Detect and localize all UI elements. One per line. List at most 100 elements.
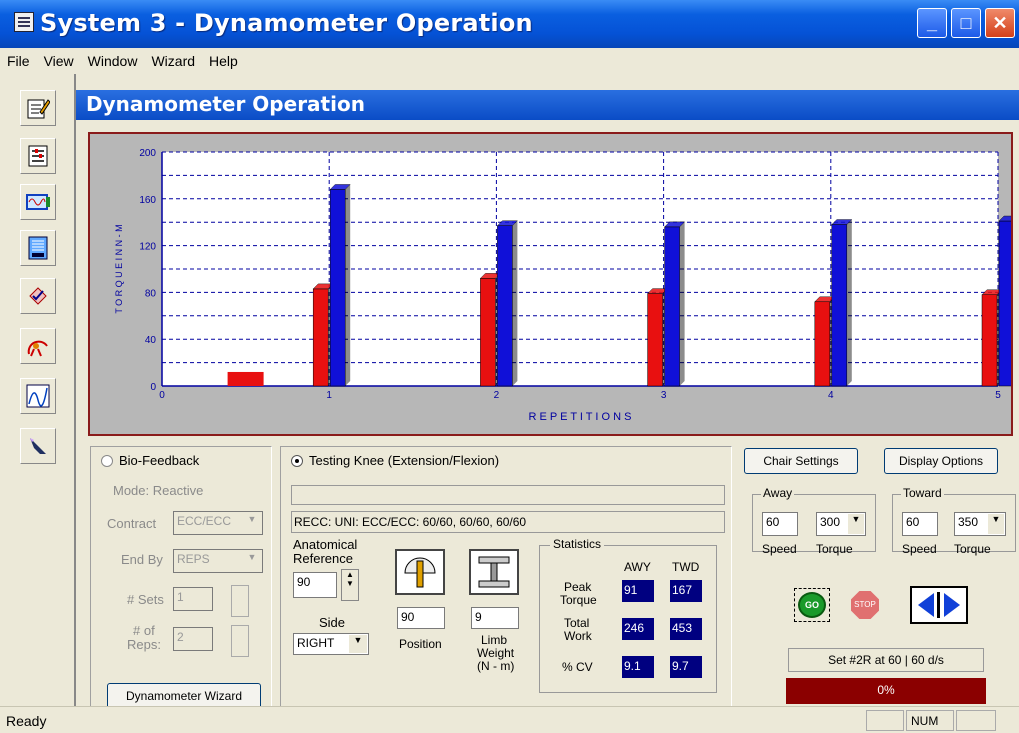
window-title: System 3 - Dynamometer Operation [40, 9, 533, 37]
warmup-bar [227, 371, 264, 386]
settings-list-button[interactable] [20, 138, 56, 174]
report-button[interactable] [20, 230, 56, 266]
go-icon: GO [798, 592, 826, 618]
contract-label: Contract [107, 516, 157, 531]
patient-check-button[interactable] [20, 278, 56, 314]
nav-arrows-button[interactable] [910, 586, 968, 624]
bar-top [998, 215, 1019, 222]
away-torque-select[interactable]: 300 ▼ [816, 512, 866, 536]
awy-header: AWY [624, 560, 651, 574]
testing-radio[interactable] [291, 455, 303, 467]
bar-side [846, 219, 852, 386]
contract-value: ECC/ECC [177, 514, 232, 528]
limb-label-line2: Weight [477, 646, 515, 660]
contract-select[interactable]: ECC/ECC ▼ [173, 511, 263, 535]
menu-help[interactable]: Help [202, 48, 245, 69]
left-toolbar [0, 74, 73, 706]
y-axis-label: T O R Q U E I N N - M [114, 224, 124, 313]
clipboard-check-icon [29, 287, 47, 305]
y-tick-label: 120 [139, 242, 156, 253]
set-status: Set #2R at 60 | 60 d/s [788, 648, 984, 672]
go-button[interactable]: GO [794, 588, 830, 622]
testing-label: Testing Knee (Extension/Flexion) [309, 453, 500, 468]
sets-spinner[interactable] [231, 585, 249, 617]
app-icon[interactable] [14, 12, 34, 32]
toward-speed-field[interactable]: 60 [902, 512, 938, 536]
limb-weight-field[interactable]: 9 [471, 607, 519, 629]
biofeedback-radio[interactable] [101, 455, 113, 467]
position-button[interactable] [395, 549, 445, 595]
limb-label-line1: Limb [481, 633, 508, 647]
reps-label-line2: Reps: [127, 637, 161, 652]
menu-window[interactable]: Window [81, 48, 145, 69]
toward-torque-label: Torque [954, 542, 991, 556]
minimize-button[interactable]: _ [917, 8, 947, 38]
menu-bar: File View Window Wizard Help [0, 48, 1019, 74]
bar-toward [497, 225, 513, 387]
x-axis-label: R E P E T I T I O N S [529, 411, 632, 423]
toward-torque-value: 350 [958, 515, 979, 529]
cv-label: % CV [562, 660, 593, 674]
chevron-down-icon: ▼ [244, 552, 260, 570]
left-right-arrows-icon [918, 592, 960, 618]
status-bar: Ready NUM [0, 706, 1019, 733]
bar-toward [329, 189, 346, 387]
maximize-button[interactable]: □ [951, 8, 981, 38]
peak-twd-value: 167 [670, 580, 702, 602]
anat-ref-field[interactable]: 90 [293, 572, 337, 598]
anat-ref-label-line1: Anatomical [293, 537, 358, 552]
menu-file[interactable]: File [0, 48, 37, 69]
x-tick-label: 4 [828, 390, 834, 401]
y-tick-label: 0 [150, 382, 156, 393]
curve-button[interactable] [20, 378, 56, 414]
menu-view[interactable]: View [37, 48, 81, 69]
endby-select[interactable]: REPS ▼ [173, 549, 263, 573]
stop-icon: STOP [851, 591, 879, 619]
toward-speed-label: Speed [902, 542, 937, 556]
limb-label-line3: (N - m) [477, 659, 515, 673]
bar-away [981, 294, 998, 387]
sets-label: # Sets [127, 592, 164, 607]
testing-info-bar [291, 485, 725, 505]
menu-wizard[interactable]: Wizard [144, 48, 202, 69]
twd-header: TWD [672, 560, 700, 574]
stop-button[interactable]: STOP [848, 588, 884, 622]
limb-weight-button[interactable] [469, 549, 519, 595]
work-label-line2: Work [564, 629, 592, 643]
side-select[interactable]: RIGHT ▼ [293, 633, 369, 655]
progress-text: 0% [877, 683, 895, 697]
reps-spinner[interactable] [231, 625, 249, 657]
help-pointer-button[interactable] [20, 428, 56, 464]
status-cell [866, 710, 904, 731]
reps-label-line1: # of [133, 623, 155, 638]
y-tick-label: 160 [139, 195, 156, 206]
away-label: Away [761, 486, 795, 500]
edit-notes-button[interactable] [20, 90, 56, 126]
peak-awy-value: 91 [622, 580, 654, 602]
position-label: Position [399, 637, 442, 651]
chair-settings-button[interactable]: Chair Settings [744, 448, 858, 474]
y-tick-label: 40 [145, 335, 157, 346]
away-speed-field[interactable]: 60 [762, 512, 798, 536]
monitor-button[interactable] [20, 184, 56, 220]
bar-away [480, 278, 496, 387]
toward-label: Toward [901, 486, 944, 500]
peak-label-line1: Peak [564, 580, 592, 594]
range-of-motion-button[interactable] [20, 328, 56, 364]
bar-away [814, 301, 831, 387]
protocol-text: RECC: UNI: ECC/ECC: 60/60, 60/60, 60/60 [291, 511, 725, 533]
biofeedback-label: Bio-Feedback [119, 453, 200, 468]
sets-field[interactable]: 1 [173, 587, 213, 611]
progress-bar: 0% [786, 678, 986, 704]
display-options-button[interactable]: Display Options [884, 448, 998, 474]
anat-ref-spinner[interactable]: ▲ ▼ [341, 569, 359, 601]
statistics-title: Statistics [550, 537, 605, 551]
anat-ref-label-line2: Reference [293, 551, 353, 566]
chart-svg: 0 40 80 120 160 200 0 1 2 3 4 5 R E P E T I T I O N … [114, 148, 1019, 423]
position-field[interactable]: 90 [397, 607, 445, 629]
toward-torque-select[interactable]: 350 ▼ [954, 512, 1006, 536]
away-torque-value: 300 [820, 515, 841, 529]
reps-field[interactable]: 2 [173, 627, 213, 651]
torque-chart: 0 40 80 120 160 200 0 1 2 3 4 5 R E P E T I T I O N … [88, 132, 1019, 436]
close-button[interactable]: ✕ [985, 8, 1015, 38]
